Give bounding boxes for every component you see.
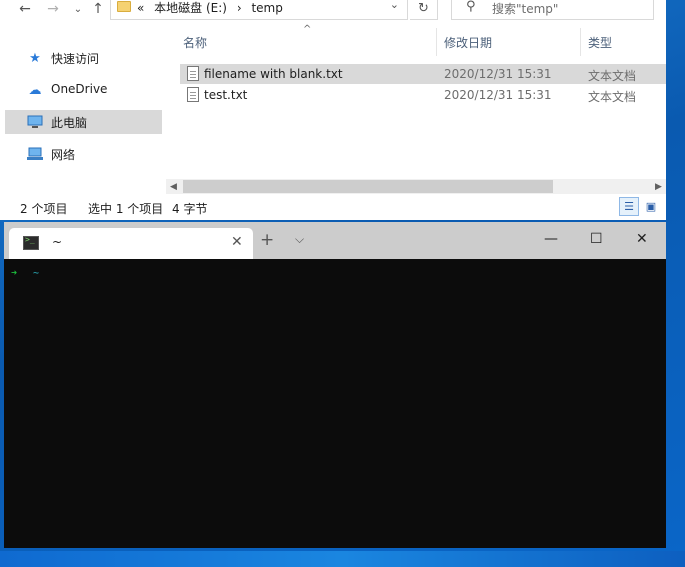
sidebar-item-label: OneDrive [51, 82, 108, 96]
terminal-output[interactable]: ➜ ~ [4, 259, 666, 548]
file-row[interactable]: filename with blank.txt 2020/12/31 15:31… [180, 64, 666, 84]
star-icon: ★ [29, 50, 41, 66]
breadcrumb-separator[interactable]: › [237, 1, 242, 15]
terminal-titlebar: ~ ✕ + ⌵ — ☐ ✕ [4, 222, 666, 259]
explorer-toolbar: ← → ⌄ ↑ « 本地磁盘 (E:) › temp ⌄ ↻ ⚲ 搜索"temp… [0, 0, 666, 22]
text-file-icon [187, 87, 199, 102]
scrollbar-thumb[interactable] [183, 180, 553, 193]
refresh-icon: ↻ [418, 1, 429, 16]
arrow-right-icon: → [47, 1, 59, 17]
close-window-icon[interactable]: ✕ [636, 231, 648, 247]
search-box[interactable]: ⚲ 搜索"temp" [451, 0, 654, 20]
item-count: 2 个项目 [20, 202, 68, 216]
chevron-down-icon[interactable]: ⌵ [295, 232, 304, 247]
details-view-button[interactable]: ☰ [619, 197, 639, 216]
back-button[interactable]: ← [16, 0, 34, 18]
breadcrumb: « 本地磁盘 (E:) › temp [137, 0, 289, 16]
file-type: 文本文档 [588, 69, 637, 83]
tab-title: ~ [52, 235, 63, 249]
refresh-button[interactable]: ↻ [410, 0, 438, 20]
sidebar-item-onedrive[interactable]: ☁ OneDrive [5, 78, 162, 102]
sidebar-item-network[interactable]: 网络 [5, 142, 162, 166]
terminal-icon [23, 235, 39, 250]
selected-count: 选中 1 个项目 [88, 202, 164, 216]
column-header-date[interactable]: 修改日期 [444, 34, 492, 51]
recent-locations-button[interactable]: ⌄ [69, 0, 87, 18]
column-divider[interactable] [436, 28, 437, 56]
column-header-type[interactable]: 类型 [588, 34, 612, 51]
search-icon: ⚲ [466, 0, 476, 14]
file-explorer-window: ← → ⌄ ↑ « 本地磁盘 (E:) › temp ⌄ ↻ ⚲ 搜索"temp… [0, 0, 666, 220]
desktop-background-strip [0, 551, 685, 567]
text-file-icon [187, 66, 199, 81]
breadcrumb-temp[interactable]: temp [251, 1, 282, 15]
details-view-icon: ☰ [624, 200, 634, 213]
search-input[interactable]: 搜索"temp" [492, 0, 558, 17]
forward-button[interactable]: → [44, 0, 62, 18]
maximize-icon[interactable]: ☐ [590, 231, 603, 247]
arrow-left-icon: ← [19, 1, 31, 17]
network-icon [27, 147, 43, 161]
cloud-icon: ☁ [28, 82, 42, 98]
prompt-directory: ~ [33, 268, 40, 279]
close-tab-icon[interactable]: ✕ [231, 234, 243, 250]
minimize-icon[interactable]: — [544, 231, 558, 247]
prompt-arrow: ➜ [11, 268, 18, 279]
folder-icon [117, 1, 131, 12]
file-date: 2020/12/31 15:31 [444, 67, 552, 81]
scroll-right-icon[interactable]: ▶ [651, 179, 666, 194]
status-bar: 2 个项目 选中 1 个项目 4 字节 ☰ ▣ [0, 197, 666, 217]
sidebar-item-quick-access[interactable]: ★ 快速访问 [5, 46, 162, 70]
new-tab-icon[interactable]: + [260, 230, 274, 250]
sort-ascending-icon: ^ [303, 24, 312, 35]
horizontal-scrollbar[interactable]: ◀ ▶ [166, 179, 666, 194]
file-name: filename with blank.txt [204, 67, 343, 81]
address-bar[interactable]: « 本地磁盘 (E:) › temp ⌄ [110, 0, 408, 20]
file-date: 2020/12/31 15:31 [444, 88, 552, 102]
file-name: test.txt [204, 88, 248, 102]
sidebar-item-label: 快速访问 [51, 52, 100, 66]
large-icons-view-button[interactable]: ▣ [641, 197, 661, 216]
chevron-down-icon: ⌄ [73, 3, 83, 15]
computer-icon [27, 115, 43, 129]
file-type: 文本文档 [588, 90, 637, 104]
breadcrumb-overflow[interactable]: « [137, 1, 144, 15]
terminal-window: ~ ✕ + ⌵ — ☐ ✕ ➜ ~ [4, 222, 666, 548]
column-divider[interactable] [580, 28, 581, 56]
file-row[interactable]: test.txt 2020/12/31 15:31 文本文档 [180, 85, 666, 105]
sidebar-item-this-pc[interactable]: 此电脑 [5, 110, 162, 134]
large-icons-view-icon: ▣ [645, 200, 657, 213]
navigation-pane: ★ 快速访问 ☁ OneDrive 此电脑 网络 [0, 30, 162, 180]
sidebar-item-label: 此电脑 [51, 116, 88, 130]
scroll-left-icon[interactable]: ◀ [166, 179, 181, 194]
selected-size: 4 字节 [172, 202, 208, 216]
breadcrumb-drive[interactable]: 本地磁盘 (E:) [154, 1, 227, 15]
sidebar-item-label: 网络 [51, 148, 76, 162]
terminal-tab[interactable]: ~ ✕ [9, 228, 253, 259]
address-dropdown-icon[interactable]: ⌄ [390, 0, 399, 11]
file-list: ^ 名称 修改日期 类型 filename with blank.txt 202… [166, 24, 666, 188]
column-header-name[interactable]: 名称 [183, 34, 207, 51]
arrow-up-icon: ↑ [92, 1, 104, 17]
up-button[interactable]: ↑ [89, 0, 107, 18]
